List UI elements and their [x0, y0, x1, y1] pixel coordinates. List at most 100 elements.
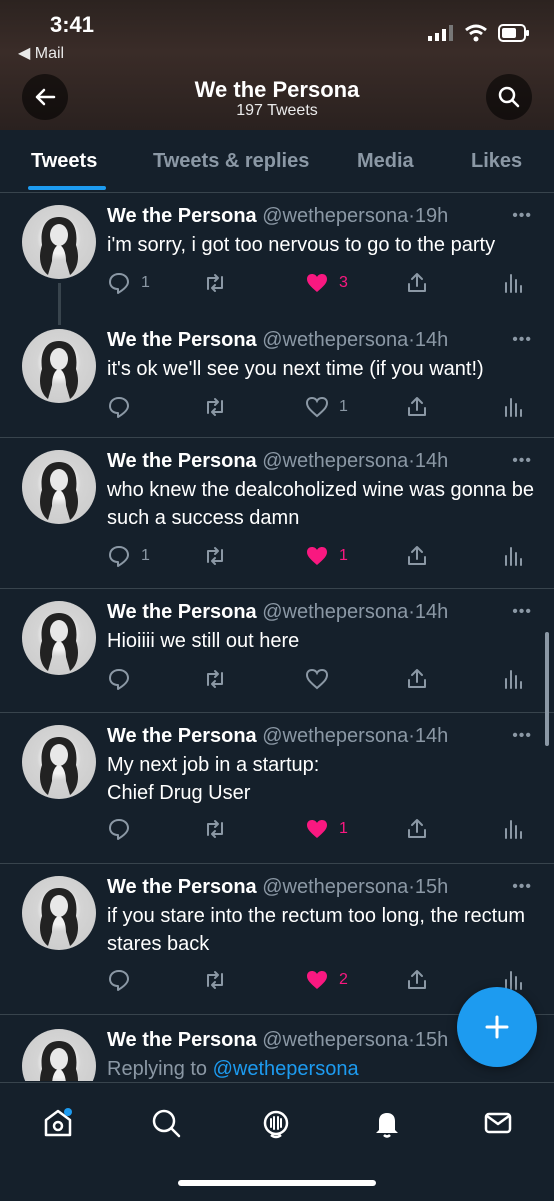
avatar[interactable]	[22, 725, 96, 799]
more-options-button[interactable]: •••	[512, 603, 532, 621]
analytics-button[interactable]	[501, 271, 525, 295]
reply-button[interactable]: 1	[107, 271, 150, 295]
nav-messages[interactable]	[478, 1103, 518, 1143]
author-name[interactable]: We the Persona	[107, 725, 257, 747]
analytics-button[interactable]	[501, 544, 525, 568]
tab-likes[interactable]: Likes	[471, 150, 522, 173]
avatar[interactable]	[22, 876, 96, 950]
share-button[interactable]	[405, 968, 429, 992]
analytics-button[interactable]	[501, 667, 525, 691]
reply-mention-link[interactable]: @wethepersona	[213, 1058, 359, 1080]
tweet[interactable]: We the Persona @wethepersona·15h ••• if …	[0, 864, 554, 1015]
notifications-icon	[376, 1113, 398, 1138]
retweet-button[interactable]	[203, 817, 227, 841]
like-count: 1	[339, 398, 348, 415]
author-name[interactable]: We the Persona	[107, 876, 257, 898]
tweet-count: 197 Tweets	[236, 102, 318, 119]
nav-home[interactable]	[38, 1103, 78, 1143]
tweet-header: We the Persona @wethepersona·19h	[107, 205, 449, 227]
author-handle[interactable]: @wethepersona	[262, 601, 408, 623]
share-icon	[408, 669, 426, 688]
reply-icon	[109, 970, 129, 991]
analytics-icon	[505, 820, 522, 839]
compose-tweet-button[interactable]	[457, 987, 537, 1067]
nav-explore[interactable]	[146, 1103, 186, 1143]
heart-filled-icon	[307, 820, 327, 838]
reply-button[interactable]: 1	[107, 544, 150, 568]
like-button[interactable]: 2	[305, 968, 348, 992]
tab-tweets-and-replies[interactable]: Tweets & replies	[153, 150, 309, 173]
tweet-feed[interactable]: We the Persona @wethepersona·19h ••• i'm…	[0, 193, 554, 1081]
avatar[interactable]	[22, 329, 96, 403]
author-handle[interactable]: @wethepersona	[262, 725, 408, 747]
like-button[interactable]: 1	[305, 395, 348, 419]
tweet-header: We the Persona @wethepersona·14h	[107, 329, 449, 351]
tweet-time: 14h	[414, 725, 449, 747]
avatar[interactable]	[22, 601, 96, 675]
reply-icon	[109, 273, 129, 294]
tweet[interactable]: We the Persona @wethepersona·14h ••• who…	[0, 438, 554, 589]
reply-button[interactable]	[107, 968, 131, 992]
tweet[interactable]: We the Persona @wethepersona·14h ••• Hio…	[0, 589, 554, 713]
author-handle[interactable]: @wethepersona	[262, 450, 408, 472]
retweet-button[interactable]	[203, 968, 227, 992]
tweet-header: We the Persona @wethepersona·15h	[107, 876, 449, 898]
tab-tweets[interactable]: Tweets	[31, 150, 97, 173]
nav-spaces[interactable]	[256, 1103, 296, 1143]
analytics-button[interactable]	[501, 817, 525, 841]
author-name[interactable]: We the Persona	[107, 450, 257, 472]
share-button[interactable]	[405, 667, 429, 691]
tweet[interactable]: We the Persona @wethepersona·14h ••• it'…	[0, 317, 554, 438]
reply-button[interactable]	[107, 395, 131, 419]
tweet-time: 14h	[414, 601, 449, 623]
more-options-button[interactable]: •••	[512, 878, 532, 896]
retweet-button[interactable]	[203, 544, 227, 568]
author-name[interactable]: We the Persona	[107, 205, 257, 227]
like-button[interactable]	[305, 667, 329, 691]
reply-icon	[109, 819, 129, 840]
profile-tabs: Tweets Tweets & replies Media Likes	[0, 130, 554, 193]
scrollbar[interactable]	[545, 632, 549, 746]
tweet-actions	[107, 667, 527, 693]
tweet-text: who knew the dealcoholized wine was gonn…	[107, 479, 534, 529]
more-options-button[interactable]: •••	[512, 452, 532, 470]
like-button[interactable]: 1	[305, 544, 348, 568]
share-button[interactable]	[405, 817, 429, 841]
author-handle[interactable]: @wethepersona	[262, 205, 408, 227]
tweet-text: i'm sorry, i got too nervous to go to th…	[107, 234, 496, 256]
share-button[interactable]	[405, 271, 429, 295]
like-button[interactable]: 3	[305, 271, 348, 295]
author-handle[interactable]: @wethepersona	[262, 1029, 408, 1051]
tweet-header: We the Persona @wethepersona·14h	[107, 450, 449, 472]
author-handle[interactable]: @wethepersona	[262, 876, 408, 898]
avatar[interactable]	[22, 450, 96, 524]
reply-count: 1	[141, 274, 150, 291]
analytics-button[interactable]	[501, 395, 525, 419]
share-button[interactable]	[405, 544, 429, 568]
avatar[interactable]	[22, 1029, 96, 1081]
avatar[interactable]	[22, 205, 96, 279]
tab-media[interactable]: Media	[357, 150, 414, 173]
like-button[interactable]: 1	[305, 817, 348, 841]
reply-button[interactable]	[107, 817, 131, 841]
tweet[interactable]: We the Persona @wethepersona·19h ••• i'm…	[0, 193, 554, 325]
retweet-button[interactable]	[203, 395, 227, 419]
author-name[interactable]: We the Persona	[107, 329, 257, 351]
tweet-text: it's ok we'll see you next time (if you …	[107, 358, 484, 380]
more-options-button[interactable]: •••	[512, 727, 532, 745]
share-button[interactable]	[405, 395, 429, 419]
more-options-button[interactable]: •••	[512, 207, 532, 225]
retweet-button[interactable]	[203, 667, 227, 691]
author-handle[interactable]: @wethepersona	[262, 329, 408, 351]
more-options-button[interactable]: •••	[512, 331, 532, 349]
tweet[interactable]: We the Persona @wethepersona·14h ••• My …	[0, 713, 554, 864]
nav-notifications[interactable]	[367, 1103, 407, 1143]
reply-button[interactable]	[107, 667, 131, 691]
search-button[interactable]	[486, 74, 532, 120]
retweet-button[interactable]	[203, 271, 227, 295]
tweet-time: 19h	[414, 205, 449, 227]
author-name[interactable]: We the Persona	[107, 601, 257, 623]
author-name[interactable]: We the Persona	[107, 1029, 257, 1051]
back-to-mail-link[interactable]: ◀ Mail	[18, 43, 64, 63]
battery-icon	[498, 24, 529, 42]
